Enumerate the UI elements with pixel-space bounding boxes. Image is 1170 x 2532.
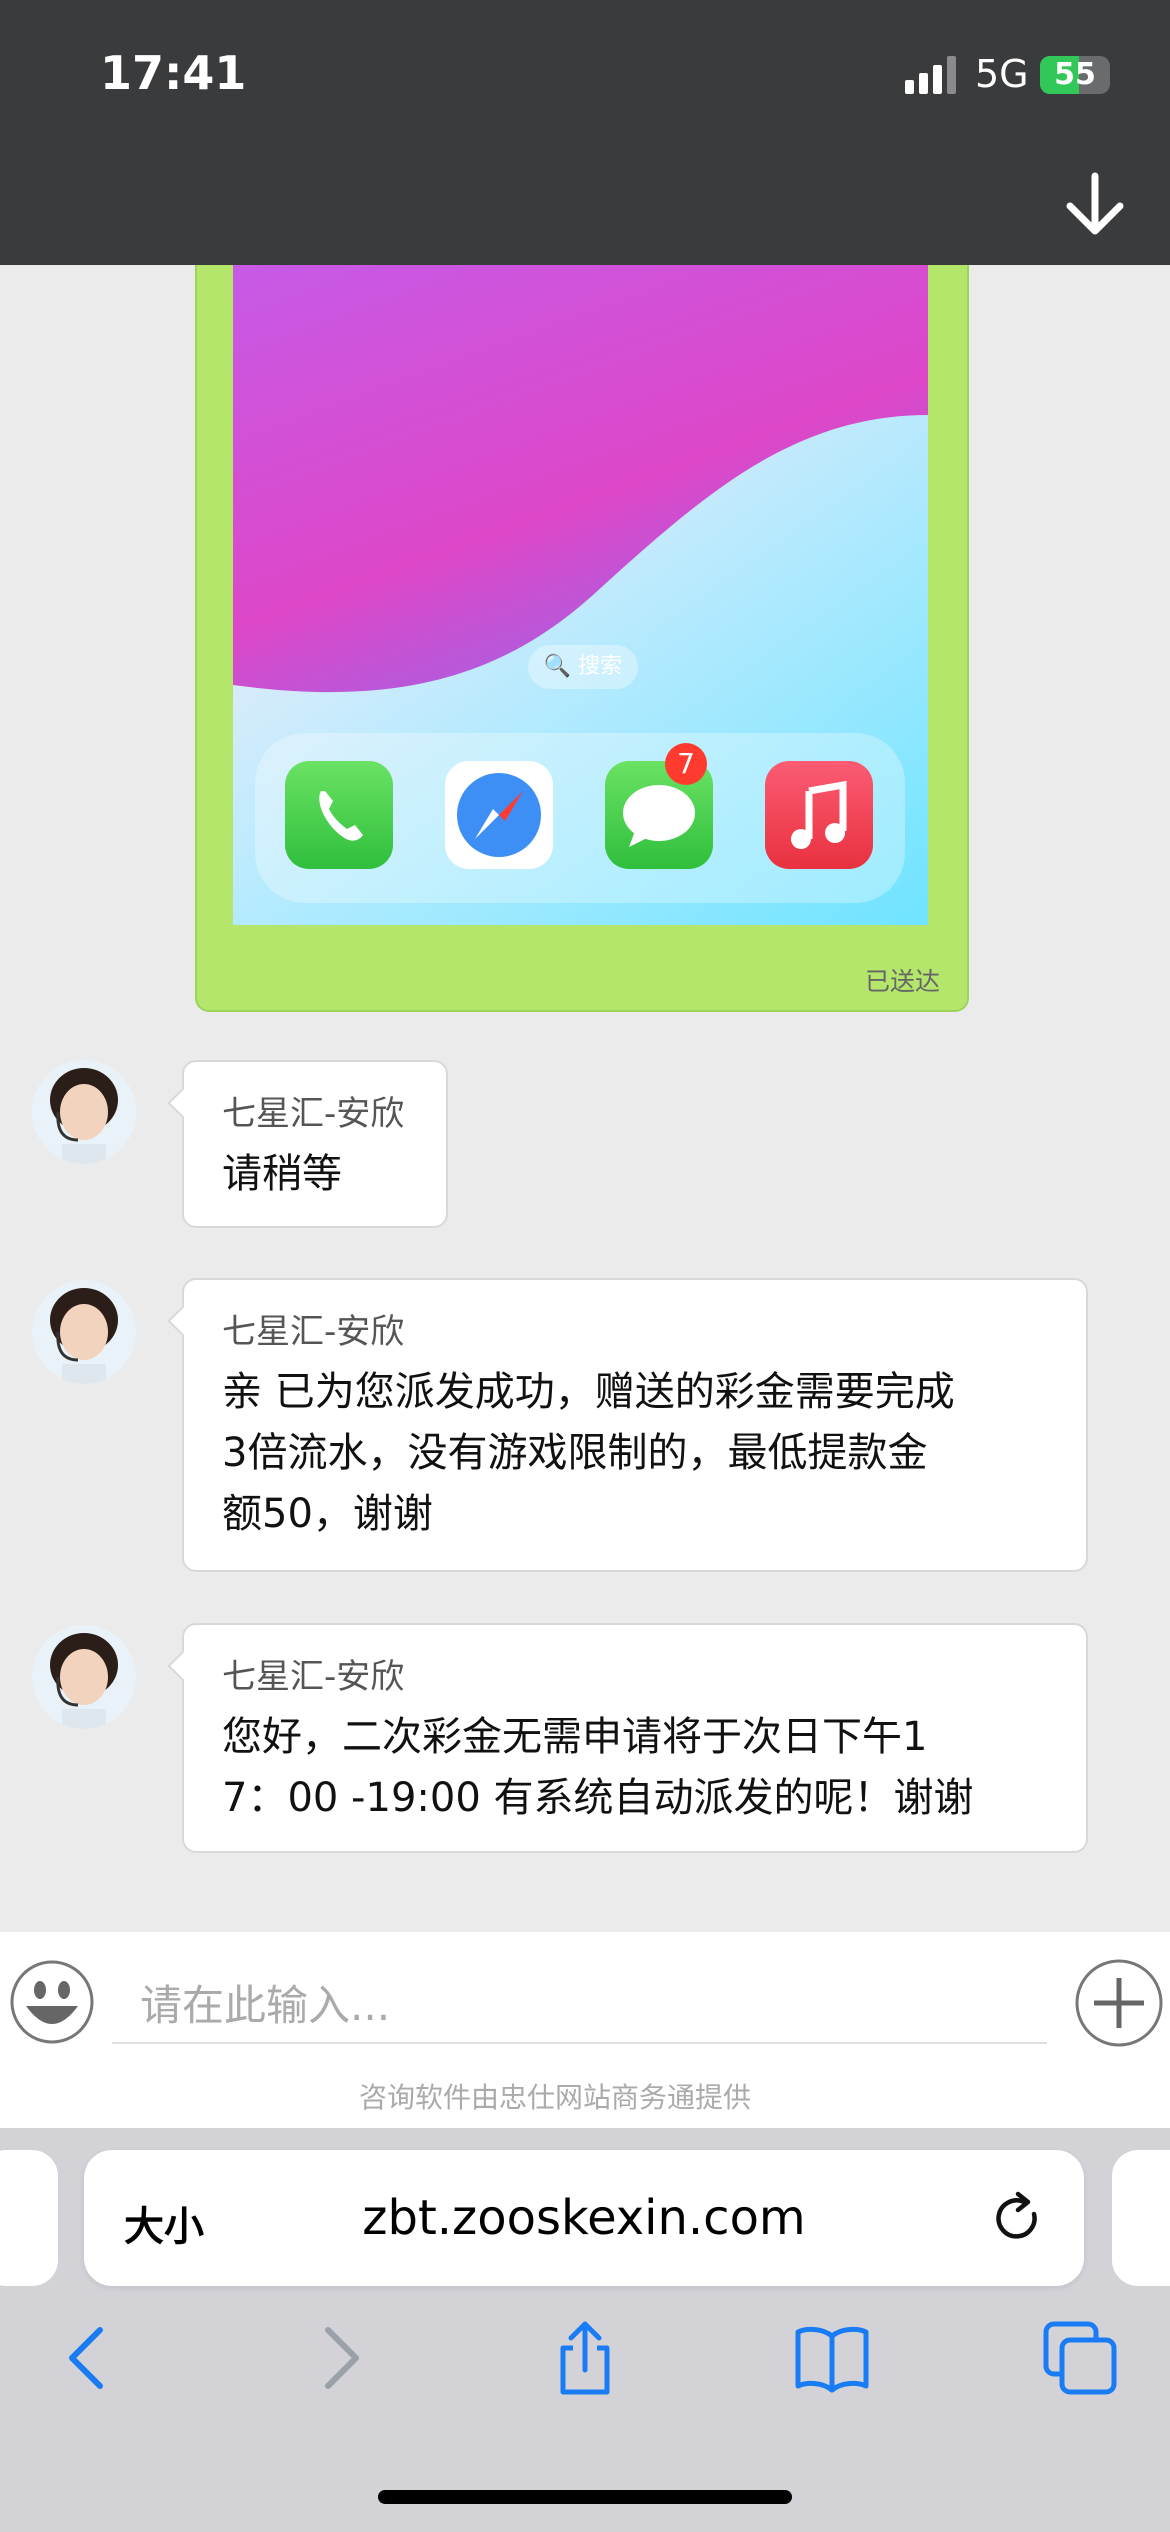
message-bubble: 七星汇-安欣 您好，二次彩金无需申请将于次日下午1 7：00 -19:00 有系… (182, 1623, 1088, 1853)
reload-icon[interactable] (990, 2190, 1046, 2246)
status-time: 17:41 (100, 46, 247, 100)
message-bubble: 七星汇-安欣 亲 已为您派发成功，赠送的彩金需要完成 3倍流水，没有游戏限制的，… (182, 1278, 1088, 1572)
message-text: 请稍等 (222, 1144, 342, 1205)
agent-avatar (32, 1280, 136, 1384)
agent-avatar (32, 1625, 136, 1729)
music-app-icon (765, 761, 873, 869)
sent-image[interactable]: 🔍 搜索 7 (233, 265, 928, 925)
smiley-icon[interactable] (8, 1958, 96, 2046)
share-icon[interactable] (545, 2318, 625, 2398)
bookmarks-icon[interactable] (792, 2318, 872, 2398)
message-line: 亲 已为您派发成功，赠送的彩金需要完成 (222, 1369, 955, 1415)
delivered-status: 已送达 (865, 967, 941, 996)
forward-icon[interactable] (300, 2318, 380, 2398)
message-line: 请稍等 (222, 1151, 342, 1197)
message-line: 3倍流水，没有游戏限制的，最低提款金 (222, 1430, 928, 1476)
message-text: 您好，二次彩金无需申请将于次日下午1 7：00 -19:00 有系统自动派发的呢… (222, 1707, 973, 1829)
sender-name: 七星汇-安欣 (222, 1657, 405, 1697)
safari-app-icon (445, 761, 553, 869)
plus-icon[interactable] (1074, 1958, 1164, 2048)
message-line: 您好，二次彩金无需申请将于次日下午1 (222, 1714, 928, 1760)
battery-percent: 55 (1054, 57, 1096, 92)
previous-tab-preview[interactable] (0, 2150, 58, 2286)
url-text[interactable]: zbt.zooskexin.com (84, 2190, 1084, 2246)
message-input[interactable] (112, 1968, 1047, 2044)
search-pill: 🔍 搜索 (528, 645, 638, 689)
dock (255, 733, 905, 903)
status-header: 17:41 5G 55 (0, 0, 1170, 265)
down-arrow-icon[interactable] (1060, 170, 1130, 240)
network-type: 5G (975, 52, 1029, 96)
phone-app-icon (285, 761, 393, 869)
messages-badge: 7 (665, 743, 707, 785)
signal-icon (905, 56, 956, 94)
message-line: 7：00 -19:00 有系统自动派发的呢！谢谢 (222, 1775, 974, 1821)
next-tab-preview[interactable] (1112, 2150, 1170, 2286)
home-indicator[interactable] (378, 2490, 792, 2504)
message-bubble: 七星汇-安欣 请稍等 (182, 1060, 448, 1228)
back-icon[interactable] (48, 2318, 128, 2398)
message-line: 额50，谢谢 (222, 1491, 433, 1537)
battery-icon: 55 (1040, 56, 1110, 94)
sender-name: 七星汇-安欣 (222, 1312, 405, 1352)
powered-by-text: 咨询软件由忠仕网站商务通提供 (358, 2081, 751, 2114)
agent-avatar (32, 1060, 136, 1164)
message-text: 亲 已为您派发成功，赠送的彩金需要完成 3倍流水，没有游戏限制的，最低提款金 额… (222, 1362, 955, 1545)
tabs-icon[interactable] (1040, 2318, 1120, 2398)
address-bar[interactable]: 大小 zbt.zooskexin.com (84, 2150, 1084, 2286)
sender-name: 七星汇-安欣 (222, 1094, 405, 1134)
